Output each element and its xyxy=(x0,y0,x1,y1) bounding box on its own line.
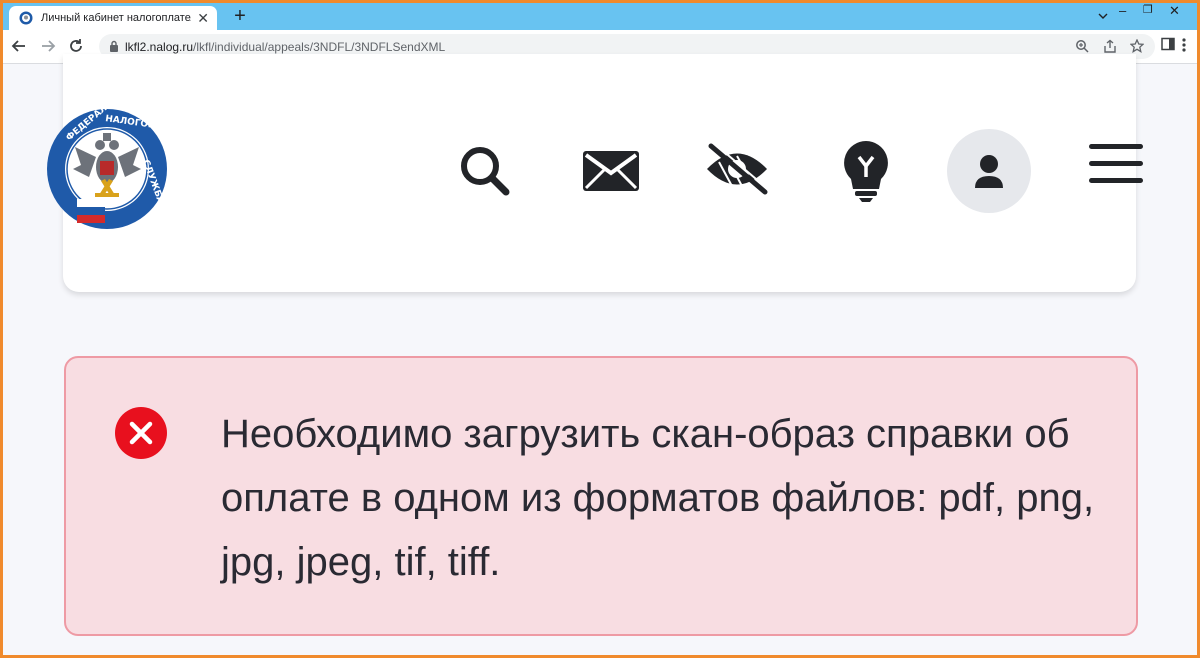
back-arrow-icon[interactable] xyxy=(10,37,28,55)
lock-icon[interactable] xyxy=(109,40,119,52)
more-menu-icon[interactable] xyxy=(1181,37,1187,53)
url-host: lkfl2.nalog.ru xyxy=(125,40,194,54)
browser-window: Личный кабинет налогоплательщика ✕ + – ❐… xyxy=(3,3,1197,655)
fns-favicon-icon xyxy=(19,11,33,25)
forward-arrow-icon[interactable] xyxy=(39,37,57,55)
url-path: /lkfl/individual/appeals/3NDFL/3NDFLSend… xyxy=(193,40,446,54)
share-icon[interactable] xyxy=(1103,39,1117,53)
site-header: ФЕДЕРАЛЬНАЯ НАЛОГОВАЯ СЛУЖБА xyxy=(47,54,1143,292)
visually-impaired-icon[interactable] xyxy=(703,142,771,196)
minimize-button[interactable]: – xyxy=(1119,3,1126,18)
close-window-button[interactable]: ✕ xyxy=(1169,3,1180,19)
maximize-button[interactable]: ❐ xyxy=(1143,3,1153,16)
menu-icon[interactable] xyxy=(1089,144,1143,184)
error-message: Необходимо загрузить скан-образ справки … xyxy=(221,412,1095,584)
error-x-icon xyxy=(115,407,167,459)
new-tab-button[interactable]: + xyxy=(229,5,251,27)
tab-strip: Личный кабинет налогоплательщика ✕ + – ❐… xyxy=(3,3,1197,30)
lightbulb-icon[interactable] xyxy=(841,139,891,203)
tab-close-icon[interactable]: ✕ xyxy=(197,10,209,26)
browser-tab[interactable]: Личный кабинет налогоплательщика ✕ xyxy=(9,6,217,30)
mail-icon[interactable] xyxy=(583,151,639,191)
fns-logo[interactable]: ФЕДЕРАЛЬНАЯ НАЛОГОВАЯ СЛУЖБА xyxy=(45,107,169,231)
url-text: lkfl2.nalog.ru/lkfl/individual/appeals/3… xyxy=(125,40,445,54)
chevron-down-icon[interactable] xyxy=(1097,9,1109,23)
tab-title: Личный кабинет налогоплательщика xyxy=(41,12,191,24)
zoom-icon[interactable] xyxy=(1075,39,1089,53)
reload-icon[interactable] xyxy=(67,37,85,55)
bookmark-star-icon[interactable] xyxy=(1130,39,1144,53)
side-panel-icon[interactable] xyxy=(1161,37,1175,51)
profile-button[interactable] xyxy=(947,129,1031,213)
page-content: ФЕДЕРАЛЬНАЯ НАЛОГОВАЯ СЛУЖБА xyxy=(3,54,1197,655)
error-alert: Необходимо загрузить скан-образ справки … xyxy=(64,356,1138,636)
profile-icon xyxy=(975,155,1003,188)
search-icon[interactable] xyxy=(459,145,511,197)
